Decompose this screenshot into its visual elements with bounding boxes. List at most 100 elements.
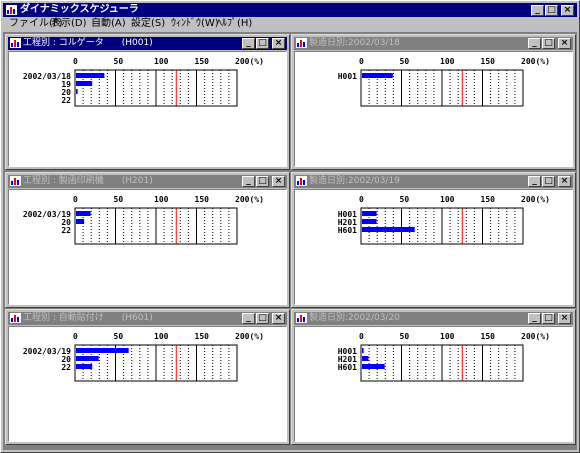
chart-window-close-button[interactable]: × [558, 38, 571, 49]
category-label: H001 [338, 72, 357, 81]
chart-canvas: 0 50 100 150 200(%) 2002/03/19 20 22 [8, 326, 287, 442]
chart-window-5[interactable]: 工程別 : 自動貼付け (H601) _ □ × 0 50 100 150 200(%) 2002… [5, 309, 290, 445]
mdi-client-area: 工程別 : コルゲータ (H001) _ □ × 0 50 100 150 200(%) 2002… [3, 32, 577, 450]
bar [76, 348, 129, 353]
bar [76, 356, 99, 361]
bar-chart: 0 50 100 150 200(%)2002/03/18192022 [23, 57, 264, 107]
chart-window-title-bar[interactable]: 製造日別:2002/03/19 _ □ × [294, 175, 573, 188]
chart-window-title: 製造日別:2002/03/20 [309, 313, 400, 323]
bar [362, 211, 377, 216]
category-label: H601 [338, 226, 357, 235]
tick-label: 100 [154, 332, 169, 341]
tick-label: 50 [114, 195, 124, 204]
chart-window-minimize-button[interactable]: _ [242, 176, 255, 187]
chart-window-1[interactable]: 工程別 : コルゲータ (H001) _ □ × 0 50 100 150 200(%) 2002… [5, 34, 290, 170]
chart-window-maximize-button[interactable]: □ [256, 38, 269, 49]
chart-window-icon [296, 313, 307, 323]
bar [76, 81, 93, 86]
chart-canvas: 0 50 100 150 200(%) H001 H201 H601 [294, 326, 573, 442]
app-title: ダイナミックスケジューラ [20, 4, 139, 15]
menu-window[interactable]: ｳｨﾝﾄﾞｳ(W) [169, 17, 221, 31]
tick-label: 150 [481, 195, 496, 204]
maximize-button[interactable]: □ [545, 5, 558, 16]
bar [362, 364, 385, 369]
bar [76, 364, 93, 369]
chart-window-maximize-button[interactable]: □ [256, 176, 269, 187]
bar [76, 219, 85, 224]
bar [76, 89, 78, 94]
chart-canvas: 0 50 100 150 200(%) 2002/03/19 20 22 [8, 189, 287, 305]
tick-label: 150 [481, 332, 496, 341]
chart-window-maximize-button[interactable]: □ [542, 176, 555, 187]
chart-canvas: 0 50 100 150 200(%) H001 H201 H601 [294, 189, 573, 305]
tick-label: 200(%) [235, 195, 264, 204]
chart-window-title-bar[interactable]: 工程別 : 製函印刷機 (H201) _ □ × [8, 175, 287, 188]
chart-window-close-button[interactable]: × [272, 176, 285, 187]
tick-label: 100 [440, 195, 455, 204]
tick-label: 200(%) [521, 332, 550, 341]
tick-label: 200(%) [235, 57, 264, 66]
bar [362, 73, 393, 78]
menu-help[interactable]: ﾍﾙﾌﾟ(H) [215, 17, 254, 31]
menu-view[interactable]: 表示(D) [49, 17, 89, 31]
chart-window-minimize-button[interactable]: _ [528, 176, 541, 187]
chart-window-maximize-button[interactable]: □ [542, 313, 555, 324]
menu-bar: ファイル(F) 表示(D) 自動(A) 設定(S) ｳｨﾝﾄﾞｳ(W) ﾍﾙﾌﾟ… [3, 17, 577, 31]
close-button[interactable]: × [561, 5, 574, 16]
chart-window-close-button[interactable]: × [558, 313, 571, 324]
tick-label: 0 [359, 195, 364, 204]
bar [362, 348, 364, 353]
tick-label: 0 [73, 57, 78, 66]
tick-label: 150 [195, 57, 210, 66]
chart-window-title-bar[interactable]: 製造日別:2002/03/18 _ □ × [294, 37, 573, 50]
category-label: 22 [61, 363, 71, 372]
chart-window-4[interactable]: 製造日別:2002/03/19 _ □ × 0 50 100 150 200(%) H001 H20… [291, 172, 576, 308]
chart-window-icon [10, 176, 21, 186]
chart-window-maximize-button[interactable]: □ [542, 38, 555, 49]
tick-label: 100 [154, 195, 169, 204]
category-label: H601 [338, 363, 357, 372]
chart-window-close-button[interactable]: × [272, 313, 285, 324]
chart-window-title-bar[interactable]: 工程別 : 自動貼付け (H601) _ □ × [8, 312, 287, 325]
tick-label: 100 [154, 57, 169, 66]
chart-window-title-bar[interactable]: 製造日別:2002/03/20 _ □ × [294, 312, 573, 325]
bar [76, 211, 91, 216]
chart-window-minimize-button[interactable]: _ [242, 38, 255, 49]
chart-window-title: 工程別 : コルゲータ (H001) [23, 38, 153, 48]
chart-window-close-button[interactable]: × [272, 38, 285, 49]
bar-chart: 0 50 100 150 200(%)2002/03/192022 [23, 195, 264, 245]
tick-label: 200(%) [235, 332, 264, 341]
app-chart-icon [6, 5, 17, 15]
chart-window-title: 工程別 : 製函印刷機 (H201) [23, 176, 153, 186]
bar-chart: 0 50 100 150 200(%)2002/03/192022 [23, 332, 264, 382]
title-bar[interactable]: ダイナミックスケジューラ _ □ × [3, 3, 577, 17]
chart-window-icon [10, 38, 21, 48]
tick-label: 100 [440, 57, 455, 66]
chart-canvas: 0 50 100 150 200(%) H001 [294, 51, 573, 167]
tick-label: 0 [359, 57, 364, 66]
chart-window-icon [296, 38, 307, 48]
chart-window-minimize-button[interactable]: _ [528, 313, 541, 324]
tick-label: 200(%) [521, 195, 550, 204]
tick-label: 50 [400, 332, 410, 341]
tick-label: 0 [73, 195, 78, 204]
bar [362, 356, 369, 361]
chart-window-title: 製造日別:2002/03/18 [309, 38, 400, 48]
tick-label: 0 [73, 332, 78, 341]
bar-chart: 0 50 100 150 200(%) H001 [338, 57, 550, 107]
chart-window-2[interactable]: 製造日別:2002/03/18 _ □ × 0 50 100 150 200(%) H001 [291, 34, 576, 170]
tick-label: 150 [195, 332, 210, 341]
chart-window-close-button[interactable]: × [558, 176, 571, 187]
chart-window-6[interactable]: 製造日別:2002/03/20 _ □ × 0 50 100 150 200(%) H001 H20… [291, 309, 576, 445]
category-label: 22 [61, 226, 71, 235]
menu-auto[interactable]: 自動(A) [89, 17, 128, 31]
chart-window-3[interactable]: 工程別 : 製函印刷機 (H201) _ □ × 0 50 100 150 200(%) 2002… [5, 172, 290, 308]
chart-window-minimize-button[interactable]: _ [528, 38, 541, 49]
chart-window-icon [10, 313, 21, 323]
menu-settings[interactable]: 設定(S) [129, 17, 167, 31]
chart-window-maximize-button[interactable]: □ [256, 313, 269, 324]
minimize-button[interactable]: _ [531, 5, 544, 16]
chart-window-minimize-button[interactable]: _ [242, 313, 255, 324]
chart-window-title-bar[interactable]: 工程別 : コルゲータ (H001) _ □ × [8, 37, 287, 50]
chart-window-icon [296, 176, 307, 186]
